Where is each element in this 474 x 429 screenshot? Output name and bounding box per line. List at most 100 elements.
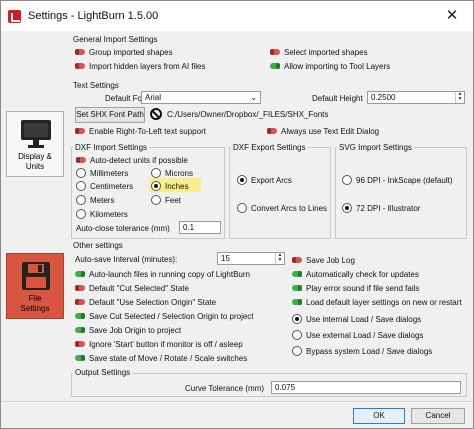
- dpi-96-label: 96 DPI - InkScape (default): [356, 176, 453, 185]
- unit-radio-meters[interactable]: [76, 195, 86, 205]
- rtl-text-label: Enable Right-To-Left text support: [89, 127, 206, 136]
- select-imported-label: Select imported shapes: [284, 48, 368, 57]
- svg-import-group: [335, 147, 467, 239]
- check-updates-toggle[interactable]: [292, 271, 302, 277]
- auto-close-tolerance-value: 0.1: [183, 223, 195, 232]
- dxf-export-group: [229, 147, 331, 239]
- svg-import-title: SVG Import Settings: [337, 143, 414, 152]
- load-default-layers-toggle[interactable]: [292, 299, 302, 305]
- save-job-origin-toggle[interactable]: [75, 327, 85, 333]
- unit-radio-centimeters[interactable]: [76, 181, 86, 191]
- default-height-value: 0.2500: [371, 93, 396, 102]
- dpi-96-radio[interactable]: [342, 175, 352, 185]
- convert-arcs-radio[interactable]: [237, 203, 247, 213]
- set-shx-font-path-button[interactable]: Set SHX Font Path: [75, 107, 145, 123]
- external-dialogs-label: Use external Load / Save dialogs: [306, 331, 424, 340]
- other-settings-title: Other settings: [71, 241, 125, 250]
- check-updates-label: Automatically check for updates: [306, 270, 419, 279]
- save-switches-state-label: Save state of Move / Rotate / Scale swit…: [89, 354, 248, 363]
- default-selection-origin-label: Default "Use Selection Origin" State: [89, 298, 217, 307]
- unit-radio-millimeters[interactable]: [76, 168, 86, 178]
- save-cut-selected-label: Save Cut Selected / Selection Origin to …: [89, 312, 254, 321]
- auto-close-tolerance-input[interactable]: 0.1: [179, 221, 221, 234]
- unit-radio-feet[interactable]: [151, 195, 161, 205]
- group-imported-toggle[interactable]: [75, 49, 85, 55]
- external-dialogs-radio[interactable]: [292, 330, 302, 340]
- group-imported-label: Group imported shapes: [89, 48, 173, 57]
- default-cut-selected-label: Default "Cut Selected" State: [89, 284, 189, 293]
- dxf-export-title: DXF Export Settings: [231, 143, 308, 152]
- default-height-label: Default Height: [312, 94, 363, 103]
- lightburn-logo-icon: [8, 10, 21, 23]
- play-error-sound-label: Play error sound if file send fails: [306, 284, 420, 293]
- unit-label-centimeters: Centimeters: [90, 182, 134, 191]
- unit-radio-inches[interactable]: [151, 181, 161, 191]
- default-height-input[interactable]: 0.2500 ▲ ▼: [367, 91, 465, 104]
- default-cut-selected-toggle[interactable]: [75, 285, 85, 291]
- curve-tolerance-input[interactable]: 0.075: [271, 381, 461, 394]
- save-job-log-label: Save Job Log: [306, 256, 355, 265]
- autosave-interval-input[interactable]: 15 ▲ ▼: [217, 252, 285, 265]
- bypass-dialogs-radio[interactable]: [292, 346, 302, 356]
- monitor-icon: [21, 120, 51, 148]
- always-edit-dialog-toggle[interactable]: [267, 128, 277, 134]
- internal-dialogs-radio[interactable]: [292, 314, 302, 324]
- select-imported-toggle[interactable]: [270, 49, 280, 55]
- auto-detect-units-toggle[interactable]: [76, 157, 86, 163]
- bypass-dialogs-label: Bypass system Load / Save dialogs: [306, 347, 433, 356]
- import-hidden-label: Import hidden layers from AI files: [89, 62, 206, 71]
- close-button[interactable]: ✕: [437, 5, 467, 27]
- autosave-interval-label: Auto-save Interval (minutes):: [75, 255, 178, 264]
- import-hidden-toggle[interactable]: [75, 63, 85, 69]
- clear-path-icon[interactable]: [150, 108, 162, 120]
- chevron-down-icon: ⌄: [250, 93, 257, 102]
- allow-tool-layers-label: Allow importing to Tool Layers: [284, 62, 391, 71]
- sidebar-item-display-units[interactable]: Display & Units: [6, 111, 64, 177]
- default-font-select[interactable]: Arial ⌄: [141, 91, 261, 104]
- dpi-72-radio[interactable]: [342, 203, 352, 213]
- settings-sidebar: Display & Units File Settings: [3, 33, 67, 403]
- export-arcs-radio[interactable]: [237, 175, 247, 185]
- unit-label-microns: Microns: [165, 169, 194, 178]
- default-font-value: Arial: [145, 93, 162, 102]
- unit-label-feet: Feet: [165, 196, 182, 205]
- load-default-layers-label: Load default layer settings on new or re…: [306, 298, 462, 307]
- settings-window: Settings - LightBurn 1.5.00 ✕ Display & …: [0, 0, 474, 429]
- unit-radio-kilometers[interactable]: [76, 209, 86, 219]
- play-error-sound-toggle[interactable]: [292, 285, 302, 291]
- curve-tolerance-value: 0.075: [275, 383, 296, 392]
- auto-detect-units-label: Auto-detect units if possible: [90, 156, 188, 165]
- autosave-interval-value: 15: [221, 254, 230, 263]
- default-selection-origin-toggle[interactable]: [75, 299, 85, 305]
- unit-label-inches: Inches: [165, 182, 189, 191]
- shx-font-path: C:/Users/Owner/Dropbox/_FILES/SHX_Fonts: [167, 110, 329, 119]
- unit-radio-microns[interactable]: [151, 168, 161, 178]
- dpi-72-label: 72 DPI - Illustrator: [356, 204, 421, 213]
- curve-tolerance-label: Curve Tolerance (mm): [185, 384, 264, 393]
- output-settings-title: Output Settings: [73, 368, 133, 377]
- auto-close-tolerance-label: Auto-close tolerance (mm): [76, 224, 170, 233]
- rtl-text-toggle[interactable]: [75, 128, 85, 134]
- allow-tool-layers-toggle[interactable]: [270, 63, 280, 69]
- unit-label-kilometers: Kilometers: [90, 210, 128, 219]
- save-cut-selected-toggle[interactable]: [75, 313, 85, 319]
- cancel-button[interactable]: Cancel: [411, 408, 465, 424]
- sidebar-item-file-settings[interactable]: File Settings: [6, 253, 64, 319]
- sidebar-item-label: Units: [25, 162, 45, 171]
- save-switches-state-toggle[interactable]: [75, 355, 85, 361]
- title-bar: Settings - LightBurn 1.5.00 ✕: [1, 1, 473, 31]
- auto-launch-toggle[interactable]: [75, 271, 85, 277]
- spinner-arrows-icon[interactable]: ▲ ▼: [455, 92, 464, 103]
- spinner-arrows-icon[interactable]: ▲ ▼: [275, 253, 284, 264]
- unit-label-meters: Meters: [90, 196, 115, 205]
- ok-button[interactable]: OK: [353, 408, 405, 424]
- save-job-origin-label: Save Job Origin to project: [89, 326, 182, 335]
- internal-dialogs-label: Use internal Load / Save dialogs: [306, 315, 422, 324]
- ignore-start-toggle[interactable]: [75, 341, 85, 347]
- export-arcs-label: Export Arcs: [251, 176, 292, 185]
- floppy-disk-icon: [22, 262, 50, 290]
- save-job-log-toggle[interactable]: [292, 257, 302, 263]
- ignore-start-label: Ignore 'Start' button if monitor is off …: [89, 340, 243, 349]
- always-edit-dialog-label: Always use Text Edit Dialog: [281, 127, 380, 136]
- sidebar-item-label: Display &: [18, 152, 52, 161]
